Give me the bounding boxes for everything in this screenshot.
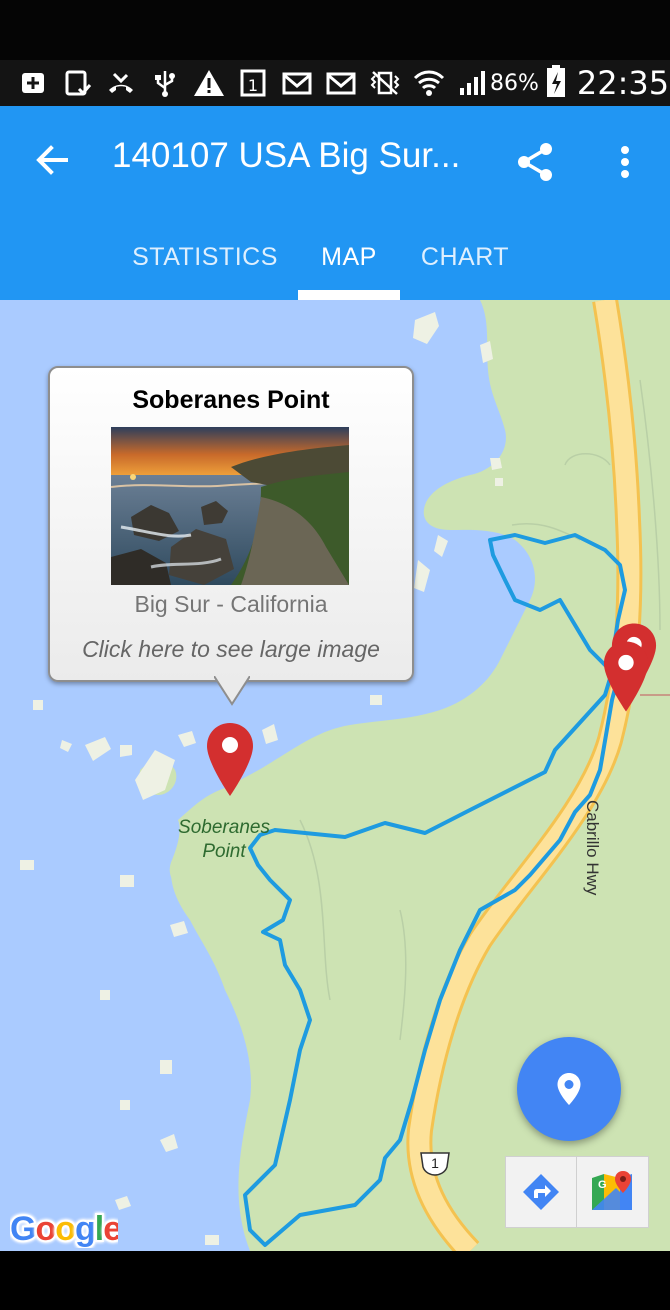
missed-call-icon [104, 66, 138, 100]
sim-icon: 1 [236, 66, 270, 100]
tab-bar: STATISTICS MAP CHART [0, 214, 670, 300]
google-logo: Google [8, 1208, 124, 1251]
status-bar: 1 86% 22:35 [0, 60, 670, 106]
battery-charging-icon [545, 64, 567, 102]
page-title: 140107 USA Big Sur... [112, 136, 461, 175]
poi-label: Soberanes Point [172, 816, 276, 864]
place-icon [557, 1073, 581, 1105]
poi-label-line2: Point [202, 841, 246, 862]
back-button[interactable] [32, 140, 72, 180]
svg-text:Google: Google [10, 1210, 118, 1248]
location-fab[interactable] [517, 1037, 621, 1141]
gmail-icon [324, 66, 358, 100]
status-right: 86% 22:35 [490, 64, 670, 102]
poi-label-line1: Soberanes [178, 817, 270, 838]
more-options-button[interactable] [608, 140, 642, 184]
tab-map[interactable]: MAP [298, 214, 400, 300]
wifi-icon [412, 66, 446, 100]
google-wordmark: Google [8, 1208, 124, 1250]
info-window[interactable]: Soberanes Point Big Sur - California Cli… [48, 366, 414, 682]
road-label: Cabrillo Hwy [583, 800, 602, 896]
tab-indicator [298, 290, 400, 300]
signal-icon [456, 66, 490, 100]
tab-chart[interactable]: CHART [406, 214, 524, 300]
arrow-back-icon [36, 145, 68, 175]
add-box-icon [16, 66, 50, 100]
usb-icon [148, 66, 182, 100]
info-window-subtitle: Big Sur - California [134, 591, 328, 617]
svg-text:1: 1 [431, 1155, 439, 1171]
bottom-bezel [0, 1251, 670, 1310]
svg-text:G: G [598, 1179, 607, 1191]
tab-statistics[interactable]: STATISTICS [118, 214, 292, 300]
more-vert-icon [621, 146, 629, 178]
map-toolbar: G [505, 1156, 649, 1228]
marker-start[interactable] [602, 640, 650, 714]
clock: 22:35 [576, 64, 670, 102]
app-bar: 140107 USA Big Sur... STATISTICS MAP CHA… [0, 106, 670, 300]
map-view[interactable]: 1 Cabrillo Hwy Soberanes Point Soberanes… [0, 300, 670, 1251]
battery-percent: 86% [490, 70, 539, 96]
info-window-title: Soberanes Point [132, 386, 330, 414]
top-bezel [0, 0, 670, 60]
share-icon [518, 143, 552, 181]
vibrate-icon [368, 66, 402, 100]
marker-soberanes-point[interactable] [205, 722, 255, 798]
gmail-icon [280, 66, 314, 100]
warning-icon [192, 66, 226, 100]
svg-text:1: 1 [248, 76, 258, 95]
google-maps-icon: G [592, 1171, 632, 1210]
share-button[interactable] [514, 140, 558, 184]
clipboard-check-icon [60, 66, 94, 100]
open-in-maps-button[interactable]: G [576, 1157, 647, 1227]
directions-button[interactable] [506, 1157, 576, 1227]
directions-icon [523, 1174, 559, 1210]
info-window-tail [214, 676, 250, 706]
info-window-photo[interactable] [111, 427, 349, 585]
coast-photo [111, 427, 349, 585]
route-shield-1: 1 [420, 1152, 450, 1176]
large-image-link[interactable]: Click here to see large image [50, 636, 412, 663]
notification-icons: 1 [0, 66, 490, 100]
